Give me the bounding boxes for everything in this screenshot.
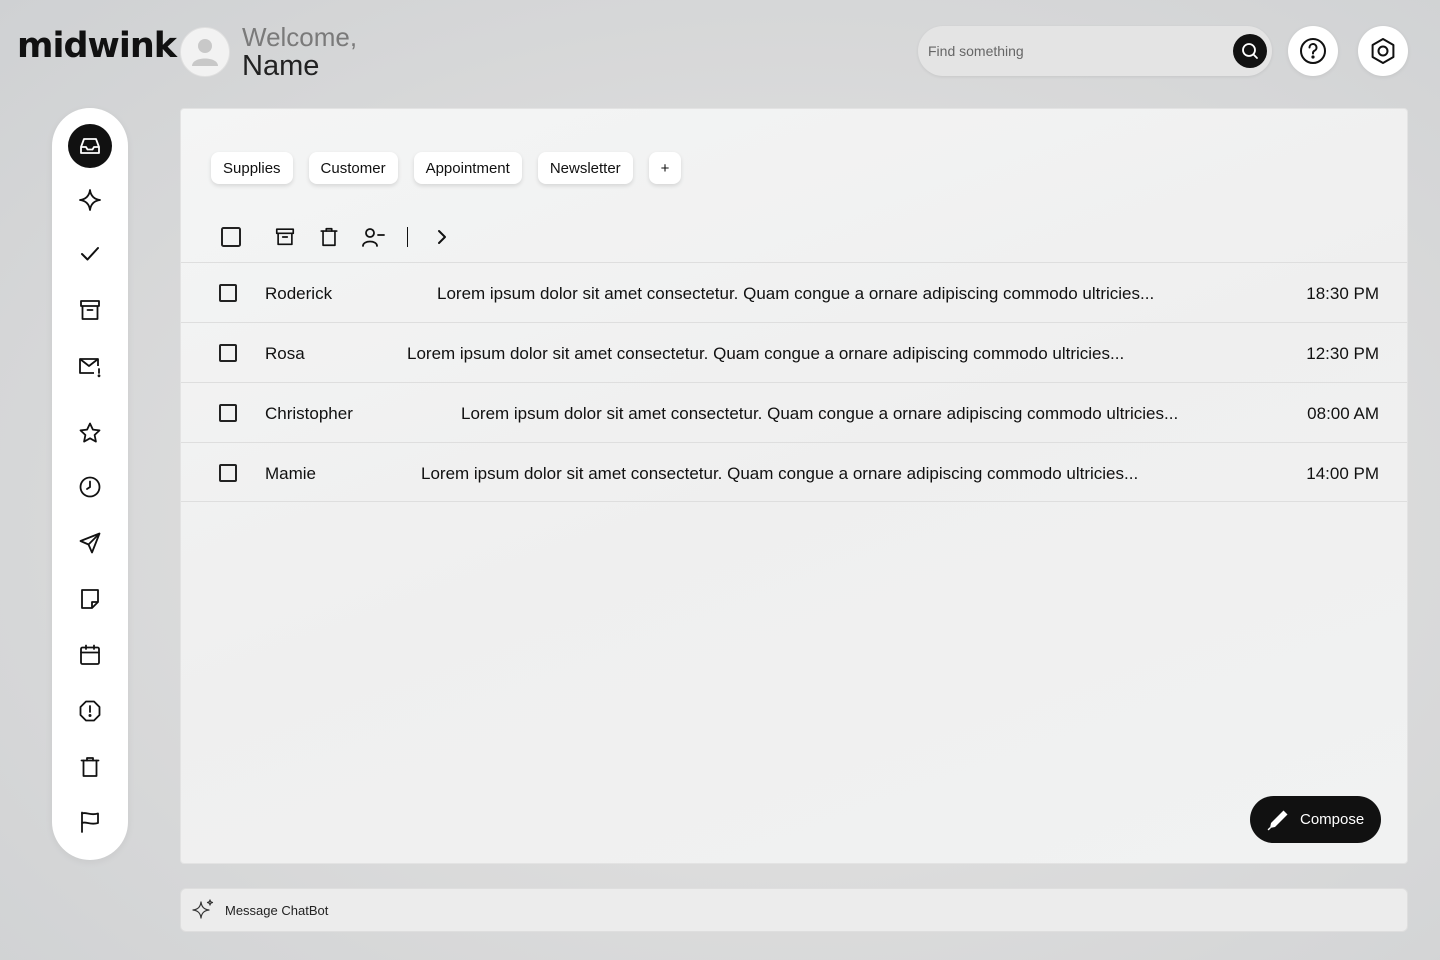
chatbot-input[interactable] bbox=[225, 902, 1407, 918]
sparkle-icon bbox=[192, 899, 214, 919]
pencil-icon bbox=[1267, 810, 1288, 830]
message-preview: Lorem ipsum dolor sit amet consectetur. … bbox=[421, 464, 1139, 483]
welcome-line: Welcome, bbox=[242, 22, 358, 52]
send-icon bbox=[79, 532, 101, 554]
message-sender: Rosa bbox=[265, 344, 305, 363]
message-time: 12:30 PM bbox=[1306, 344, 1379, 363]
sidebar-item-snoozed[interactable] bbox=[68, 465, 112, 509]
tag-newsletter[interactable]: Newsletter bbox=[537, 152, 633, 184]
app-logo[interactable]: midwink bbox=[17, 26, 177, 66]
message-preview: Lorem ipsum dolor sit amet consectetur. … bbox=[407, 344, 1125, 363]
message-time: 18:30 PM bbox=[1306, 284, 1379, 303]
toolbar-divider bbox=[407, 227, 408, 247]
row-checkbox[interactable] bbox=[219, 404, 237, 422]
avatar[interactable] bbox=[180, 27, 230, 77]
message-time: 08:00 AM bbox=[1307, 404, 1379, 423]
tag-appointment[interactable]: Appointment bbox=[413, 152, 522, 184]
archive-button[interactable] bbox=[271, 223, 299, 251]
trash-icon bbox=[80, 757, 100, 777]
sidebar-item-spam[interactable] bbox=[68, 689, 112, 733]
message-sender: Mamie bbox=[265, 464, 317, 483]
table-row[interactable]: Roderick Lorem ipsum dolor sit amet cons… bbox=[181, 262, 1407, 322]
compose-label: Compose bbox=[1300, 811, 1365, 828]
user-name: Name bbox=[242, 50, 320, 82]
chevron-right-icon bbox=[438, 230, 446, 244]
archive-icon bbox=[80, 300, 100, 320]
sidebar-item-archive[interactable] bbox=[68, 288, 112, 332]
alert-octagon-icon bbox=[79, 700, 101, 722]
compose-button[interactable]: Compose bbox=[1250, 796, 1381, 843]
archive-icon bbox=[275, 228, 295, 246]
mail-alert-icon bbox=[79, 358, 101, 378]
star-icon bbox=[79, 422, 101, 443]
clock-icon bbox=[79, 476, 101, 498]
sparkle-icon bbox=[79, 189, 101, 211]
search-button[interactable] bbox=[1233, 34, 1267, 68]
message-sender: Roderick bbox=[265, 284, 333, 303]
user-minus-icon bbox=[362, 228, 385, 247]
table-row[interactable]: Rosa Lorem ipsum dolor sit amet consecte… bbox=[181, 322, 1407, 382]
message-preview: Lorem ipsum dolor sit amet consectetur. … bbox=[437, 284, 1155, 303]
sidebar bbox=[52, 108, 128, 860]
message-list: Roderick Lorem ipsum dolor sit amet cons… bbox=[181, 262, 1407, 502]
tag-supplies[interactable]: Supplies bbox=[211, 152, 293, 184]
check-icon bbox=[81, 247, 99, 261]
user-greeting: Welcome, Name bbox=[180, 23, 357, 81]
help-button[interactable] bbox=[1288, 26, 1338, 76]
sidebar-item-scheduled[interactable] bbox=[68, 633, 112, 677]
row-checkbox[interactable] bbox=[219, 464, 237, 482]
document-icon bbox=[81, 589, 99, 609]
calendar-icon bbox=[80, 644, 100, 665]
message-sender: Christopher bbox=[265, 404, 353, 423]
sidebar-item-sent[interactable] bbox=[68, 521, 112, 565]
tag-list: Supplies Customer Appointment Newsletter… bbox=[211, 152, 697, 184]
settings-button[interactable] bbox=[1358, 26, 1408, 76]
message-time: 14:00 PM bbox=[1306, 464, 1379, 483]
mail-toolbar bbox=[217, 223, 456, 251]
select-all-checkbox[interactable] bbox=[217, 223, 245, 251]
table-row[interactable]: Christopher Lorem ipsum dolor sit amet c… bbox=[181, 382, 1407, 442]
sidebar-item-starred[interactable] bbox=[68, 411, 112, 455]
row-checkbox[interactable] bbox=[219, 344, 237, 362]
delete-button[interactable] bbox=[315, 223, 343, 251]
inbox-icon bbox=[80, 138, 100, 154]
table-row[interactable]: Mamie Lorem ipsum dolor sit amet consect… bbox=[181, 442, 1407, 502]
message-preview: Lorem ipsum dolor sit amet consectetur. … bbox=[461, 404, 1179, 423]
chatbot-bar bbox=[180, 888, 1408, 932]
sidebar-item-important-mail[interactable] bbox=[68, 344, 112, 388]
sidebar-item-inbox[interactable] bbox=[68, 124, 112, 168]
row-checkbox[interactable] bbox=[219, 284, 237, 302]
help-icon bbox=[1300, 38, 1326, 64]
flag-icon bbox=[81, 811, 99, 833]
welcome-text: Welcome, Name bbox=[242, 23, 357, 81]
search-input[interactable] bbox=[928, 43, 1233, 59]
trash-icon bbox=[320, 227, 338, 247]
search-icon bbox=[1242, 43, 1258, 59]
remove-contact-button[interactable] bbox=[359, 223, 387, 251]
tag-customer[interactable]: Customer bbox=[308, 152, 398, 184]
sidebar-item-flagged[interactable] bbox=[68, 800, 112, 844]
gear-icon bbox=[1371, 38, 1395, 64]
add-tag-button[interactable]: + bbox=[648, 152, 682, 184]
next-page-button[interactable] bbox=[428, 223, 456, 251]
sidebar-item-done[interactable] bbox=[68, 232, 112, 276]
search-bar bbox=[918, 26, 1272, 76]
sidebar-item-drafts[interactable] bbox=[68, 577, 112, 621]
sidebar-item-sparkle[interactable] bbox=[68, 178, 112, 222]
mail-panel: Supplies Customer Appointment Newsletter… bbox=[180, 108, 1408, 864]
user-avatar-icon bbox=[192, 39, 218, 66]
checkbox-icon bbox=[221, 227, 241, 247]
sidebar-item-trash[interactable] bbox=[68, 745, 112, 789]
